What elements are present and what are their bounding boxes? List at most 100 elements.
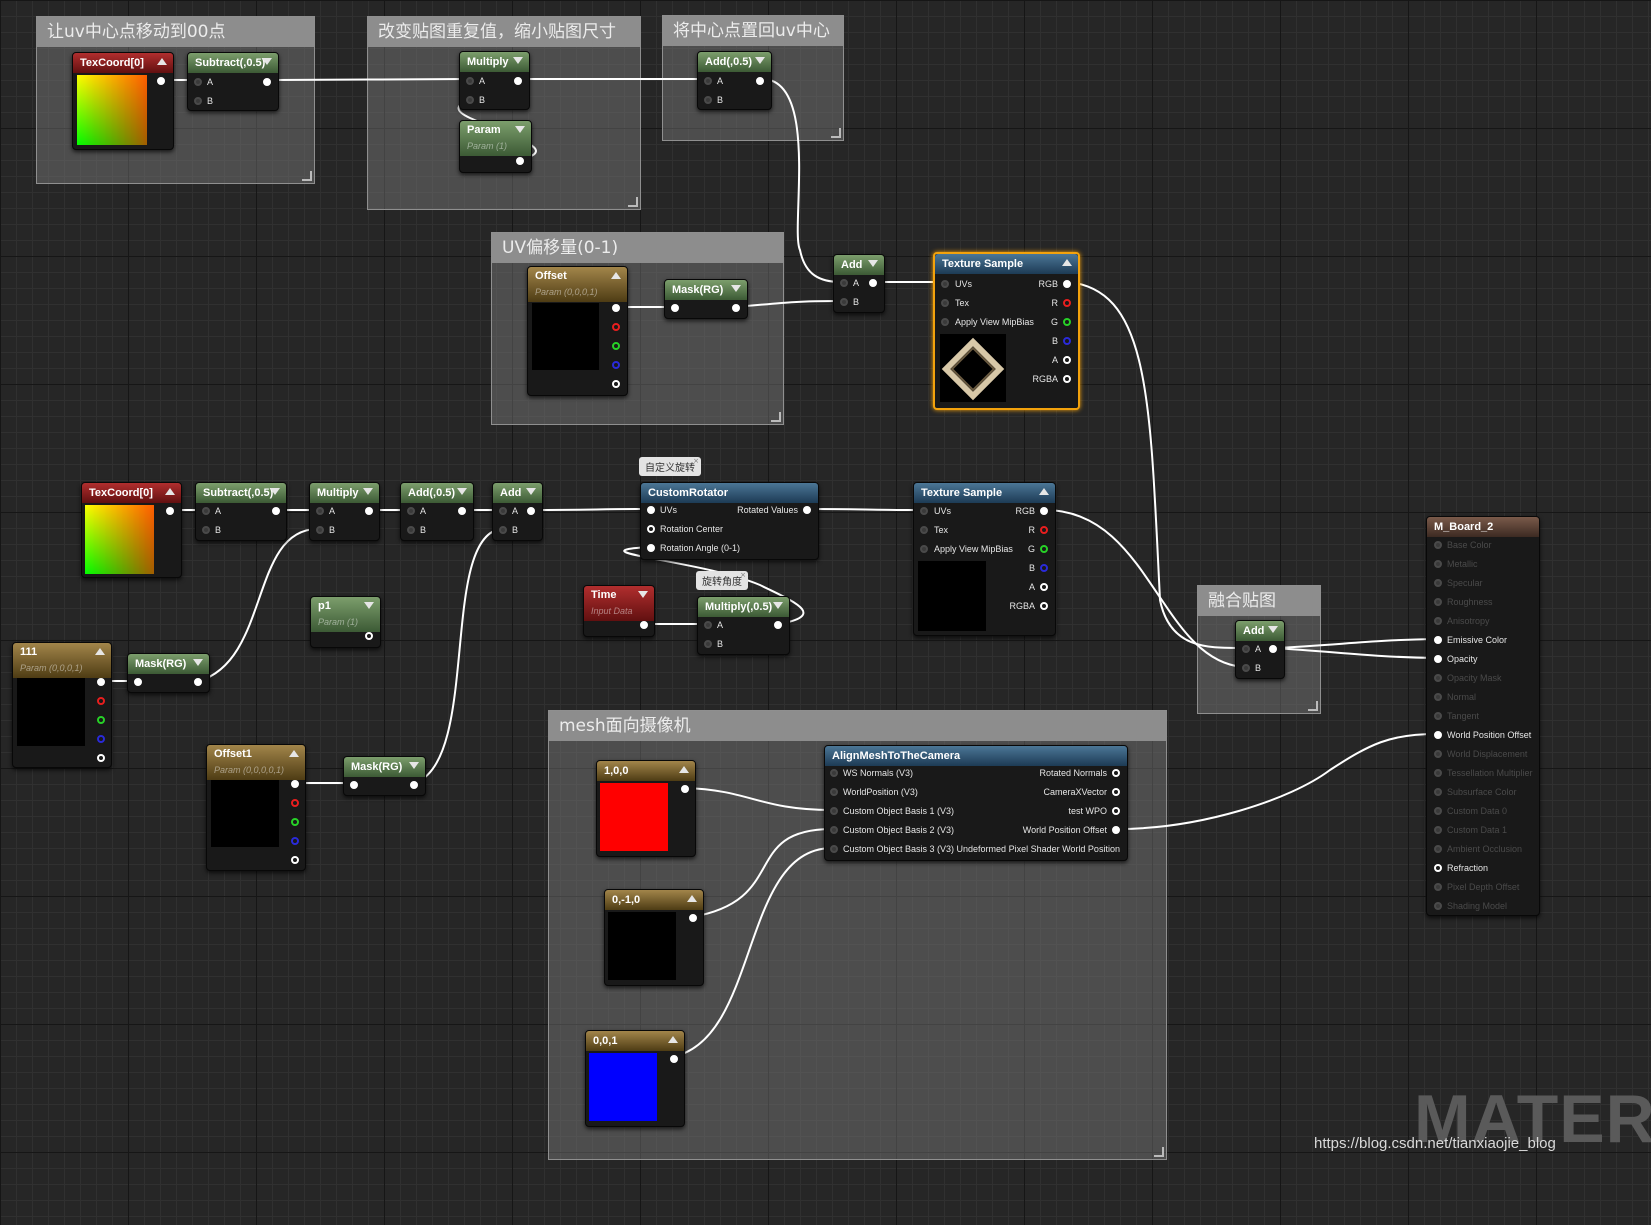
output-pin-g[interactable] <box>1063 318 1071 326</box>
input-pin-basis-1[interactable] <box>830 807 838 815</box>
collapse-arrow-icon[interactable] <box>679 766 689 773</box>
input-pin-b[interactable] <box>704 96 712 104</box>
mask-rg-node[interactable]: Mask(RG) <box>343 756 426 796</box>
output-pin[interactable] <box>527 507 535 515</box>
node-header[interactable]: Offset1 Param (0,0,0,0,1) <box>207 745 305 780</box>
resize-handle[interactable] <box>1154 1147 1164 1157</box>
input-pin-rotation-center[interactable] <box>647 525 655 533</box>
output-pin-a[interactable] <box>97 754 105 762</box>
chevron-down-icon[interactable] <box>755 57 765 64</box>
node-header[interactable]: TexCoord[0] <box>82 483 181 503</box>
input-pin-b[interactable] <box>840 298 848 306</box>
output-pin[interactable] <box>774 621 782 629</box>
time-node[interactable]: Time Input Data <box>583 585 655 637</box>
multiply-05-node[interactable]: Multiply(,0.5) A B <box>697 596 790 655</box>
input-pin[interactable] <box>350 781 358 789</box>
node-header[interactable]: Mask(RG) <box>665 280 747 300</box>
material-input-pin-custom-data-1[interactable] <box>1434 826 1442 834</box>
output-pin-rgb[interactable] <box>1063 280 1071 288</box>
chevron-down-icon[interactable] <box>457 488 467 495</box>
material-input-pin-specular[interactable] <box>1434 579 1442 587</box>
node-header[interactable]: Multiply <box>310 483 379 503</box>
offset1-param-node[interactable]: Offset1 Param (0,0,0,0,1) <box>206 744 306 871</box>
add-node[interactable]: Add A B <box>833 254 885 313</box>
output-pin[interactable] <box>732 304 740 312</box>
output-pin[interactable] <box>365 507 373 515</box>
input-pin-world-position[interactable] <box>830 788 838 796</box>
input-pin-a[interactable] <box>194 78 202 86</box>
node-header[interactable]: 0,-1,0 <box>605 890 703 910</box>
texcoord-node[interactable]: TexCoord[0] <box>81 482 182 578</box>
output-pin-b[interactable] <box>291 837 299 845</box>
material-input-pin-shading-model[interactable] <box>1434 902 1442 910</box>
node-header[interactable]: CustomRotator <box>641 483 818 503</box>
output-pin[interactable] <box>869 279 877 287</box>
input-pin-b[interactable] <box>407 526 415 534</box>
input-pin-b[interactable] <box>466 96 474 104</box>
chevron-down-icon[interactable] <box>193 659 203 666</box>
input-pin-a[interactable] <box>499 507 507 515</box>
chevron-down-icon[interactable] <box>638 591 648 598</box>
output-pin-b[interactable] <box>612 361 620 369</box>
subtract-node[interactable]: Subtract(,0.5) A B <box>195 482 287 541</box>
output-pin-test-wpo[interactable] <box>1112 807 1120 815</box>
chevron-down-icon[interactable] <box>364 602 374 609</box>
output-pin[interactable] <box>514 77 522 85</box>
node-header[interactable]: Mask(RG) <box>344 757 425 777</box>
input-pin-ws-normals[interactable] <box>830 769 838 777</box>
output-pin[interactable] <box>272 507 280 515</box>
output-pin-rgba[interactable] <box>612 304 620 312</box>
add-blend-node[interactable]: Add A B <box>1235 620 1285 679</box>
output-pin-rotated-normals[interactable] <box>1112 769 1120 777</box>
node-header[interactable]: Multiply(,0.5) <box>698 597 789 617</box>
output-pin[interactable] <box>640 621 648 629</box>
input-pin-uvs[interactable] <box>647 506 655 514</box>
collapse-arrow-icon[interactable] <box>668 1036 678 1043</box>
close-icon[interactable]: × <box>693 457 699 465</box>
input-pin-b[interactable] <box>499 526 507 534</box>
output-pin[interactable] <box>670 1055 678 1063</box>
offset-param-node[interactable]: Offset Param (0,0,0,1) <box>527 266 628 396</box>
node-header[interactable]: Subtract(,0.5) <box>196 483 286 503</box>
output-pin-b[interactable] <box>1063 337 1071 345</box>
chevron-down-icon[interactable] <box>515 126 525 133</box>
chevron-down-icon[interactable] <box>409 762 419 769</box>
material-input-pin-base-color[interactable] <box>1434 541 1442 549</box>
mask-rg-node[interactable]: Mask(RG) <box>127 653 210 693</box>
collapse-arrow-icon[interactable] <box>1062 259 1072 266</box>
input-pin-basis-3[interactable] <box>830 845 838 853</box>
input-pin-a[interactable] <box>316 507 324 515</box>
resize-handle[interactable] <box>831 128 841 138</box>
output-pin-r[interactable] <box>612 323 620 331</box>
output-pin-world-position-offset[interactable] <box>1112 826 1120 834</box>
input-pin-b[interactable] <box>194 97 202 105</box>
vector-1-0-0-node[interactable]: 1,0,0 <box>596 760 696 857</box>
node-header[interactable]: M_Board_2 <box>1427 517 1539 537</box>
node-header[interactable]: 0,0,1 <box>586 1031 684 1051</box>
material-input-pin-normal[interactable] <box>1434 693 1442 701</box>
input-pin-b[interactable] <box>704 640 712 648</box>
node-header[interactable]: AlignMeshToTheCamera <box>825 746 1127 766</box>
output-pin[interactable] <box>803 506 811 514</box>
input-pin[interactable] <box>671 304 679 312</box>
param-node[interactable]: Param Param (1) <box>459 120 532 173</box>
vector-0-0-1-node[interactable]: 0,0,1 <box>585 1030 685 1127</box>
material-input-pin-world-position-offset[interactable] <box>1434 731 1442 739</box>
output-pin-g[interactable] <box>291 818 299 826</box>
material-input-pin-opacity-mask[interactable] <box>1434 674 1442 682</box>
input-pin-mipbias[interactable] <box>941 318 949 326</box>
collapse-arrow-icon[interactable] <box>687 895 697 902</box>
material-input-pin-anisotropy[interactable] <box>1434 617 1442 625</box>
output-pin[interactable] <box>194 678 202 686</box>
chevron-down-icon[interactable] <box>773 602 783 609</box>
vector-0-m1-0-node[interactable]: 0,-1,0 <box>604 889 704 986</box>
material-input-pin-ambient-occlusion[interactable] <box>1434 845 1442 853</box>
material-input-pin-metallic[interactable] <box>1434 560 1442 568</box>
input-pin-a[interactable] <box>407 507 415 515</box>
input-pin-b[interactable] <box>316 526 324 534</box>
input-pin-a[interactable] <box>704 77 712 85</box>
output-pin[interactable] <box>166 507 174 515</box>
collapse-arrow-icon[interactable] <box>95 648 105 655</box>
input-pin-uvs[interactable] <box>941 280 949 288</box>
material-input-pin-world-displacement[interactable] <box>1434 750 1442 758</box>
